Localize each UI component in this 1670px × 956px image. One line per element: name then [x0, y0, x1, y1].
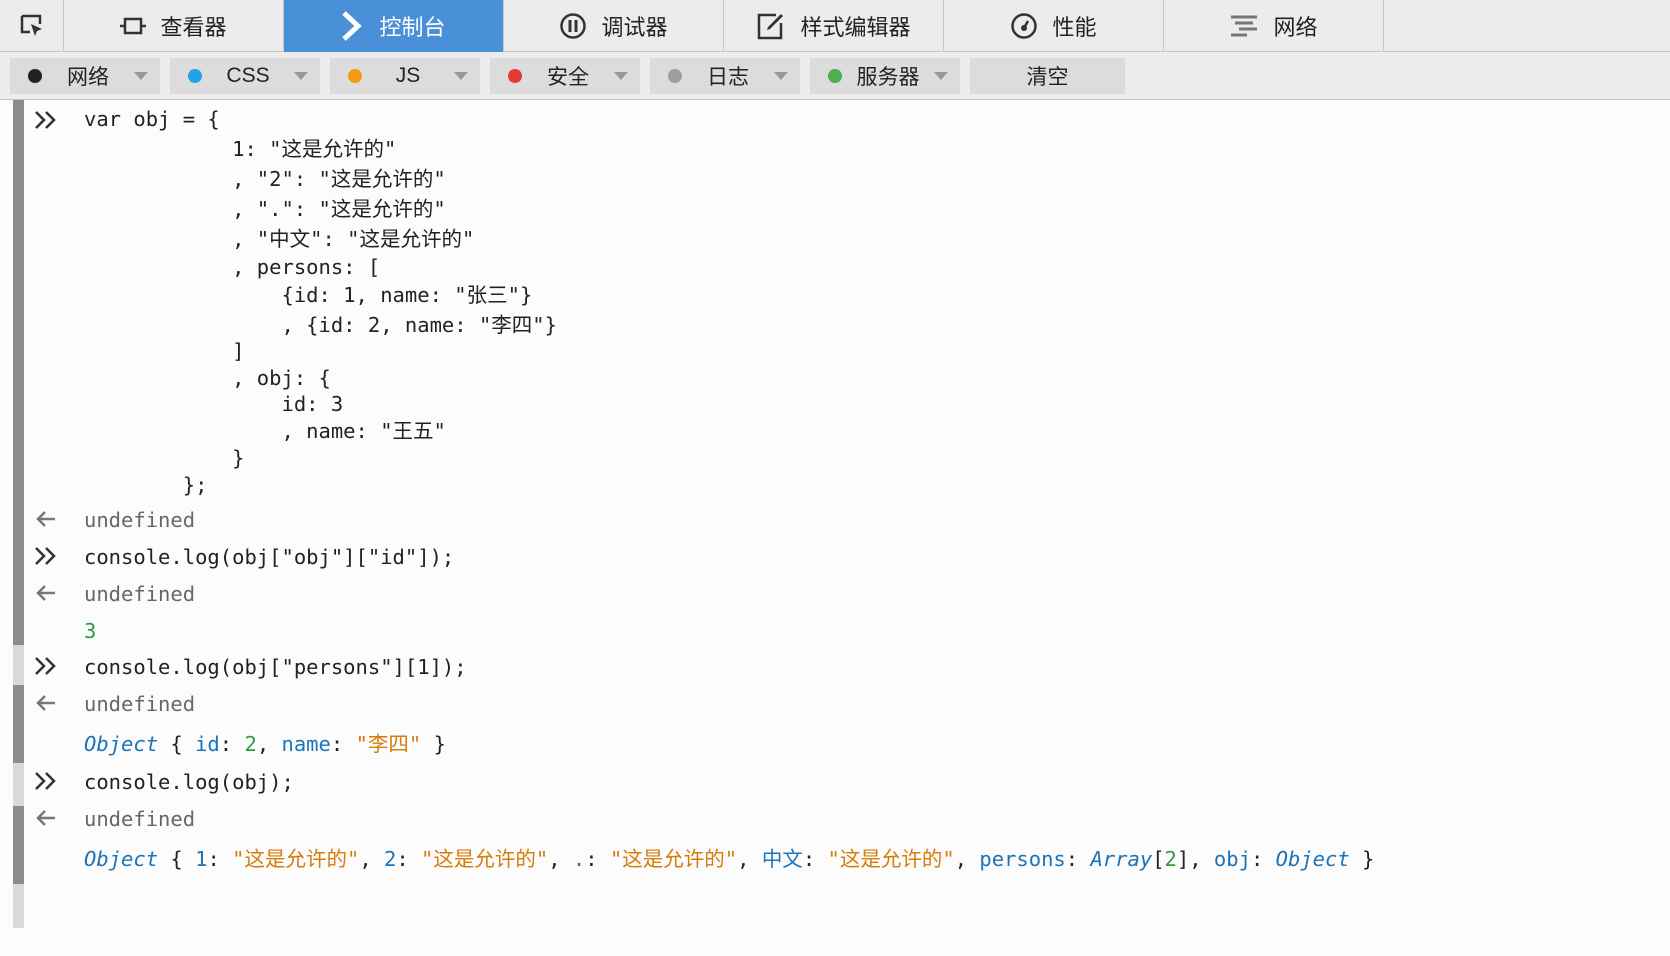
code-line: , {id: 2, name: "李四"} — [84, 313, 557, 337]
result-arrow-icon — [36, 585, 55, 601]
tab-inspector-label: 查看器 — [160, 16, 227, 41]
input-chevron-icon — [35, 657, 56, 675]
result-line: undefined — [84, 582, 196, 606]
message-gutter — [13, 806, 24, 884]
object-link[interactable]: Object — [84, 732, 158, 756]
filter-security-button[interactable]: 安全 — [490, 58, 640, 94]
tab-network[interactable]: 网络 — [1164, 0, 1384, 52]
devtools-toolbar: 查看器 控制台 调试器 样式编辑器 性能 网络 — [0, 0, 1670, 52]
network-icon — [1231, 15, 1258, 37]
tab-network-label: 网络 — [1273, 16, 1318, 41]
result-arrow-icon — [36, 511, 55, 527]
code-line: , "2": "这是允许的" — [84, 167, 446, 191]
code-line: {id: 1, name: "张三"} — [84, 283, 533, 307]
code-line: } — [84, 446, 245, 470]
filter-logging-label: 日志 — [707, 66, 749, 89]
code-line: , persons: [ — [84, 255, 381, 279]
code-line: , obj: { — [84, 366, 331, 390]
css-dot-icon — [188, 69, 202, 83]
security-dot-icon — [508, 69, 522, 83]
tab-performance-label: 性能 — [1052, 16, 1097, 41]
js-dot-icon — [348, 69, 362, 83]
result-arrow-icon — [36, 695, 55, 711]
log-line: Object { 1: "这是允许的", 2: "这是允许的", .: "这是允… — [84, 847, 1375, 871]
chevron-down-icon[interactable] — [614, 72, 628, 80]
filter-css-label: CSS — [226, 64, 270, 87]
chevron-down-icon[interactable] — [454, 72, 468, 80]
code-line: id: 3 — [84, 392, 344, 416]
debugger-icon — [560, 13, 587, 39]
chevron-down-icon[interactable] — [134, 72, 148, 80]
tab-debugger[interactable]: 调试器 — [504, 0, 724, 52]
array-link[interactable]: Array — [1090, 847, 1152, 871]
message-gutter — [13, 100, 24, 645]
message-gutter — [13, 763, 24, 806]
result-line: undefined — [84, 692, 196, 716]
console-input[interactable]: var obj = { — [84, 106, 220, 132]
tab-console[interactable]: 控制台 — [284, 0, 504, 52]
message-gutter — [13, 884, 24, 928]
net-dot-icon — [28, 69, 42, 83]
tab-inspector[interactable]: 查看器 — [64, 0, 284, 52]
input-chevron-icon — [35, 111, 56, 129]
filter-js-button[interactable]: JS — [330, 58, 480, 94]
console-icon — [342, 11, 363, 41]
chevron-down-icon[interactable] — [294, 72, 308, 80]
element-picker-button[interactable] — [0, 0, 64, 52]
server-dot-icon — [828, 69, 842, 83]
chevron-down-icon[interactable] — [774, 72, 788, 80]
tab-style-editor-label: 样式编辑器 — [800, 16, 911, 41]
result-line: undefined — [84, 807, 196, 831]
log-line: 3 — [84, 619, 97, 643]
code-line: ] — [84, 339, 245, 363]
inspector-icon — [120, 17, 147, 35]
code-line: , name: "王五" — [84, 419, 446, 443]
console-input[interactable]: console.log(obj); — [84, 769, 294, 795]
object-link[interactable]: Object — [1276, 847, 1350, 871]
tab-style-editor[interactable]: 样式编辑器 — [724, 0, 944, 52]
object-link[interactable]: Object — [84, 847, 158, 871]
console-input[interactable]: console.log(obj["obj"]["id"]); — [84, 544, 454, 570]
input-chevron-icon — [35, 547, 56, 565]
performance-icon — [1011, 13, 1038, 39]
console-output: var obj = { 1: "这是允许的" , "2": "这是允许的" , … — [0, 100, 1670, 956]
code-line: var obj = { — [84, 107, 220, 131]
filter-css-button[interactable]: CSS — [170, 58, 320, 94]
input-chevron-icon — [35, 772, 56, 790]
filter-server-button[interactable]: 服务器 — [810, 58, 960, 94]
chevron-down-icon[interactable] — [934, 72, 948, 80]
filter-net-button[interactable]: 网络 — [10, 58, 160, 94]
log-line: Object { id: 2, name: "李四" } — [84, 732, 446, 756]
style-editor-icon — [758, 13, 784, 40]
filter-logging-button[interactable]: 日志 — [650, 58, 800, 94]
console-filter-bar: 网络 CSS JS 安全 日志 服务器 清空 — [0, 52, 1670, 100]
logging-dot-icon — [668, 69, 682, 83]
message-gutter — [13, 645, 24, 685]
tab-debugger-label: 调试器 — [601, 16, 668, 41]
code-line: , ".": "这是允许的" — [84, 197, 446, 221]
tab-performance[interactable]: 性能 — [944, 0, 1164, 52]
console-input[interactable]: console.log(obj["persons"][1]); — [84, 654, 467, 680]
filter-security-label: 安全 — [547, 66, 589, 89]
code-line: 1: "这是允许的" — [84, 137, 397, 161]
filter-net-label: 网络 — [67, 66, 109, 89]
result-arrow-icon — [36, 810, 55, 826]
clear-button[interactable]: 清空 — [970, 58, 1125, 94]
code-line: , "中文": "这是允许的" — [84, 227, 475, 251]
element-picker-icon — [20, 14, 42, 36]
filter-js-label: JS — [395, 64, 421, 87]
code-line: }; — [84, 473, 208, 497]
filter-server-label: 服务器 — [856, 66, 920, 89]
message-gutter — [13, 685, 24, 763]
tab-console-label: 控制台 — [379, 16, 446, 41]
result-line: undefined — [84, 508, 196, 532]
